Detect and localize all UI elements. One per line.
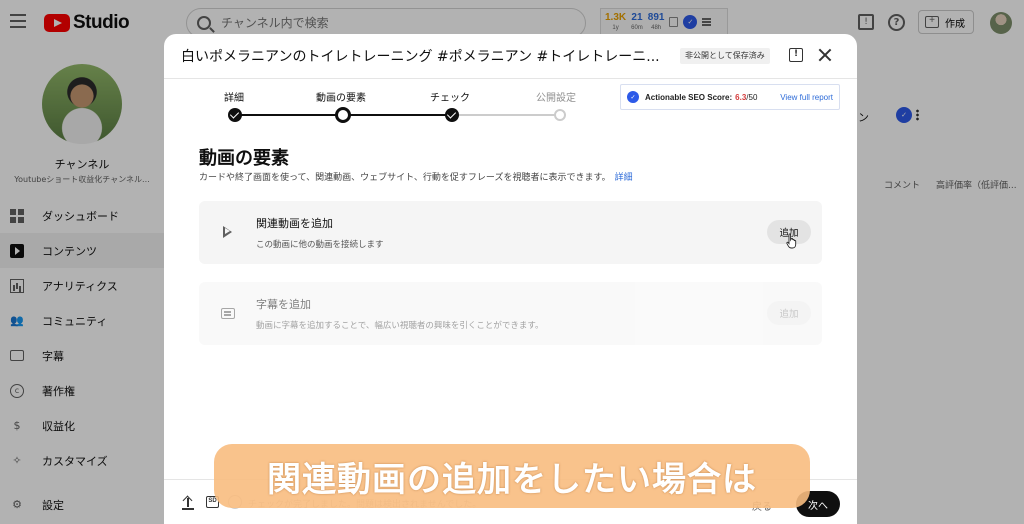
step-connector <box>452 114 560 116</box>
view-full-report-link[interactable]: View full report <box>780 93 833 102</box>
vidiq-icon: ✓ <box>627 91 639 103</box>
caption-text: 関連動画の追加をしたい場合は <box>267 459 757 500</box>
add-subtitles-button[interactable]: 追加 <box>767 301 811 325</box>
seo-score-widget: ✓ Actionable SEO Score: 6.3 /50 View ful… <box>620 84 840 110</box>
report-issue-icon[interactable]: ! <box>789 48 803 62</box>
upload-icon <box>182 496 194 510</box>
card-description: この動画に他の動画を接続します <box>256 240 384 250</box>
step-connector <box>234 114 344 116</box>
section-description: カードや終了画面を使って、関連動画、ウェブサイト、行動を促すフレーズを視聴者に表… <box>199 170 633 183</box>
seo-label: Actionable SEO Score: <box>645 92 733 102</box>
subtitles-icon <box>221 308 235 319</box>
card-title: 字幕を追加 <box>256 298 311 311</box>
saved-status-badge: 非公開として保存済み <box>680 48 770 64</box>
step-pending-icon[interactable] <box>554 109 566 121</box>
step-done-icon[interactable] <box>228 108 242 122</box>
dialog-divider <box>164 78 857 79</box>
card-title: 関連動画を追加 <box>256 217 333 230</box>
card-related-video: 関連動画を追加 この動画に他の動画を接続します 追加 <box>199 201 822 264</box>
step-label-visibility[interactable]: 公開設定 <box>536 89 576 104</box>
step-done-icon[interactable] <box>445 108 459 122</box>
card-description: 動画に字幕を追加することで、幅広い視聴者の興味を引くことができます。 <box>256 321 544 331</box>
step-label-video-elements[interactable]: 動画の要素 <box>316 89 366 104</box>
section-description-text: カードや終了画面を使って、関連動画、ウェブサイト、行動を促すフレーズを視聴者に表… <box>199 173 611 183</box>
close-icon[interactable] <box>816 46 834 64</box>
play-icon <box>221 225 235 239</box>
hand-cursor-icon <box>786 233 797 249</box>
card-subtitles: 字幕を追加 動画に字幕を追加することで、幅広い視聴者の興味を引くことができます。… <box>199 282 822 345</box>
seo-score-value: 6.3 <box>735 92 747 102</box>
learn-more-link[interactable]: 詳細 <box>615 173 633 183</box>
step-label-details[interactable]: 詳細 <box>224 89 244 104</box>
step-connector <box>344 114 452 116</box>
dialog-title: 白いポメラニアンのトイレトレーニング #ポメラニアン #トイレトレーニ... <box>181 49 660 65</box>
step-current-icon[interactable] <box>335 107 351 123</box>
step-label-checks[interactable]: チェック <box>430 89 470 104</box>
section-title: 動画の要素 <box>199 148 289 169</box>
video-caption-banner: 関連動画の追加をしたい場合は <box>214 444 810 508</box>
seo-score-max: /50 <box>746 92 758 102</box>
